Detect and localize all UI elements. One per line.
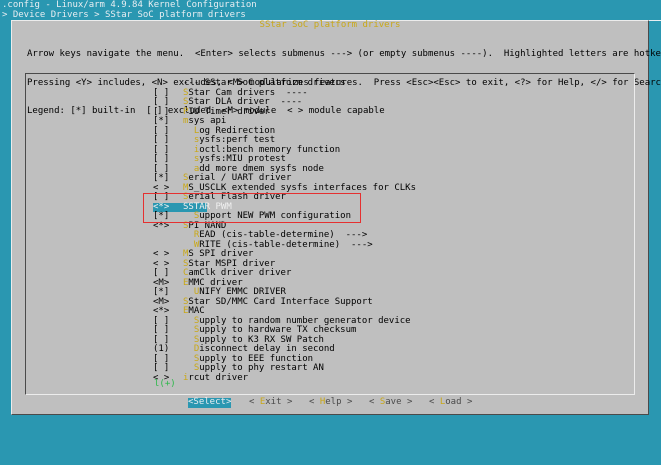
menu-item-text: dd more dmem sysfs node xyxy=(199,163,324,174)
menu-item-text xyxy=(183,145,194,155)
menu-item-label: ircut driver xyxy=(183,373,248,383)
menu-item-text: NIFY EMMC DRIVER xyxy=(199,287,286,297)
menu-item-label: sysfs:perf test xyxy=(183,135,275,145)
menu-item-label: EMMC driver xyxy=(183,278,243,288)
menu-item-label: add more dmem sysfs node xyxy=(183,164,324,174)
help-button-right-bracket: > xyxy=(341,397,353,407)
menu-item-text: ysfs:perf test xyxy=(199,135,276,145)
menu-item[interactable]: < > ircut driver xyxy=(153,373,416,384)
dialog-title: SStar SoC platform drivers xyxy=(259,20,401,30)
more-items-indicator: l(+) xyxy=(154,379,176,389)
menu-item-text: upply to K3 RX SW Patch xyxy=(199,334,324,345)
help-line: Arrow keys navigate the menu. <Enter> se… xyxy=(27,49,661,59)
menu-item-text xyxy=(183,335,194,345)
menu-item-label: PIU Timer driver xyxy=(183,107,270,117)
red-highlight-annotation xyxy=(143,193,361,223)
exit-button[interactable]: < Exit > xyxy=(249,397,293,408)
menu-item-label: --- SStar SoC platform drivers xyxy=(183,78,346,88)
menu-item-text: upply to phy restart AN xyxy=(199,363,324,373)
menu-item-label: EMAC xyxy=(183,306,205,316)
help-button[interactable]: < Help > xyxy=(309,397,353,408)
menu-item-text xyxy=(183,354,194,364)
menu-item-text: Star SD/MMC Card Interface Support xyxy=(188,296,373,307)
menu-item-label: SStar SD/MMC Card Interface Support xyxy=(183,297,373,307)
menu-item-text: sys api xyxy=(188,116,227,126)
load-button-label: oad xyxy=(445,397,462,407)
menu-box: --- SStar SoC platform drivers[ ] SStar C… xyxy=(25,73,635,395)
menu-item-label: sysfs:MIU protest xyxy=(183,154,286,164)
menu-item-text xyxy=(183,316,194,326)
exit-button-right-bracket: > xyxy=(281,397,293,407)
menu-item-label: Serial / UART driver xyxy=(183,173,291,183)
menu-item-label: Supply to random number generator device xyxy=(183,316,411,326)
menu-item-text: EAD (cis-table-determine) ---> xyxy=(199,230,368,240)
menu-item-label: MS SPI driver xyxy=(183,249,253,259)
menu-item-text: upply to hardware TX checksum xyxy=(199,325,357,335)
menu-item-text xyxy=(183,344,194,354)
menu-item-label: Log Redirection xyxy=(183,126,275,136)
menu-item-text xyxy=(183,135,194,145)
menu-item-label: Supply to K3 RX SW Patch xyxy=(183,335,324,345)
select-button-right-bracket: > xyxy=(225,397,232,407)
menu-item-label: SStar DLA driver ---- xyxy=(183,97,302,107)
menu-item-text: MMC driver xyxy=(188,277,243,288)
menu-item-text xyxy=(183,240,194,250)
load-button[interactable]: < Load > xyxy=(429,397,473,408)
menu-item-label: READ (cis-table-determine) ---> xyxy=(183,230,367,240)
menu-item-text xyxy=(183,363,194,373)
menu-item-text: Star DLA driver ---- xyxy=(188,97,303,107)
menu-item-text: Star Cam drivers ---- xyxy=(188,87,308,98)
menu-item-text: rcut driver xyxy=(188,372,249,383)
menu-item-text: octl:bench memory function xyxy=(199,144,341,155)
menu-item-text: erial / UART driver xyxy=(188,173,292,183)
menu-item-label: Supply to hardware TX checksum xyxy=(183,325,357,335)
select-button-label: elect xyxy=(198,397,226,407)
menu-item-text xyxy=(183,287,194,297)
menu-item-label: Disconnect delay in second xyxy=(183,344,335,354)
menu-item-text xyxy=(183,164,194,174)
exit-button-label: xit xyxy=(265,397,282,407)
menu-item-text: og Redirection xyxy=(199,125,276,136)
menu-item-label: msys api xyxy=(183,116,226,126)
menu-item-text: S SPI driver xyxy=(188,249,254,259)
menu-item-label: CamClk driver driver xyxy=(183,268,291,278)
menu-item-text xyxy=(183,154,194,164)
select-button[interactable]: <Select> xyxy=(188,397,232,408)
load-button-left-bracket: < xyxy=(429,397,440,407)
load-button-right-bracket: > xyxy=(461,397,473,407)
menu-item-text: isconnect delay in second xyxy=(199,344,335,354)
menu-item-text: Star MSPI driver xyxy=(188,258,276,269)
help-button-left-bracket: < xyxy=(309,397,320,407)
menu-item-text: upply to EEE function xyxy=(199,353,314,364)
menu-item-label: ioctl:bench memory function xyxy=(183,145,340,155)
menu-item-text xyxy=(183,126,194,136)
save-button-label: ave xyxy=(385,397,402,407)
menu-item-text: S_USCLK extended sysfs interfaces for CL… xyxy=(188,182,416,193)
menu-item-text: RITE (cis-table-determine) ---> xyxy=(199,239,373,250)
menu-item-label: UNIFY EMMC DRIVER xyxy=(183,287,286,297)
menu-list: --- SStar SoC platform drivers[ ] SStar C… xyxy=(153,78,416,384)
menu-item-label: MS_USCLK extended sysfs interfaces for C… xyxy=(183,183,416,193)
menu-item-text: amClk driver driver xyxy=(188,268,292,278)
menu-item-text: MAC xyxy=(188,306,205,316)
button-bar: <Select> < Exit > < Help > < Save > < Lo… xyxy=(12,397,648,410)
menu-item-text: upply to random number generator device xyxy=(199,315,411,326)
menu-item-text: ysfs:MIU protest xyxy=(199,154,286,164)
save-button[interactable]: < Save > xyxy=(369,397,413,408)
save-button-left-bracket: < xyxy=(369,397,380,407)
menu-item-text: --- SStar SoC platform drivers xyxy=(183,78,346,88)
menu-item-text xyxy=(183,325,194,335)
save-button-right-bracket: > xyxy=(401,397,413,407)
menu-item-label: SStar MSPI driver xyxy=(183,259,275,269)
menu-item-label: WRITE (cis-table-determine) ---> xyxy=(183,240,373,250)
menu-item-text xyxy=(183,230,194,240)
menu-item-text: IU Timer driver xyxy=(188,106,270,117)
menu-item-label: Supply to EEE function xyxy=(183,354,313,364)
help-button-label: elp xyxy=(325,397,342,407)
menu-item-label: SStar Cam drivers ---- xyxy=(183,88,308,98)
menu-item-label: Supply to phy restart AN xyxy=(183,363,324,373)
exit-button-left-bracket: < xyxy=(249,397,260,407)
